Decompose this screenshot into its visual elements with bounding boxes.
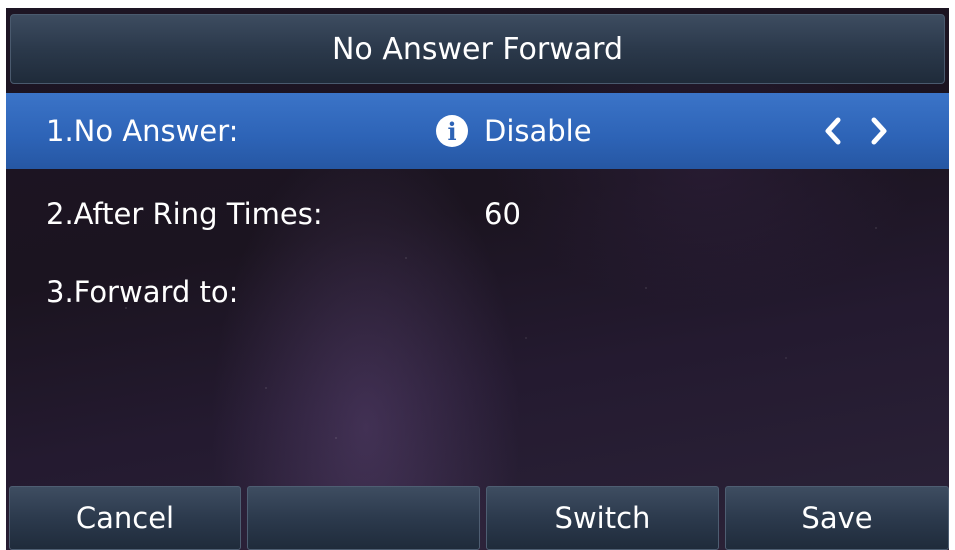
setting-label-after-ring-times: 2.After Ring Times:: [46, 197, 323, 231]
title-bar: No Answer Forward: [10, 14, 945, 84]
setting-row-no-answer[interactable]: 1.No Answer: i Disable: [6, 93, 949, 169]
phone-screen: No Answer Forward 1.No Answer: i Disable…: [6, 8, 949, 550]
setting-row-forward-to[interactable]: 3.Forward to:: [6, 254, 949, 330]
softkey-bar: Cancel Switch Save: [6, 486, 949, 550]
cancel-button[interactable]: Cancel: [9, 486, 241, 550]
setting-row-after-ring-times[interactable]: 2.After Ring Times: 60: [6, 176, 949, 252]
chevron-right-icon[interactable]: [862, 111, 896, 151]
setting-value-after-ring-times: 60: [484, 197, 521, 231]
switch-button[interactable]: Switch: [486, 486, 719, 550]
empty-softkey[interactable]: [247, 486, 480, 550]
page-title: No Answer Forward: [331, 31, 623, 67]
save-button[interactable]: Save: [725, 486, 949, 550]
setting-value-no-answer: Disable: [484, 114, 592, 148]
setting-label-forward-to: 3.Forward to:: [46, 275, 239, 309]
info-icon: i: [436, 115, 468, 147]
chevron-left-icon[interactable]: [816, 111, 850, 151]
setting-label-no-answer: 1.No Answer:: [46, 114, 239, 148]
